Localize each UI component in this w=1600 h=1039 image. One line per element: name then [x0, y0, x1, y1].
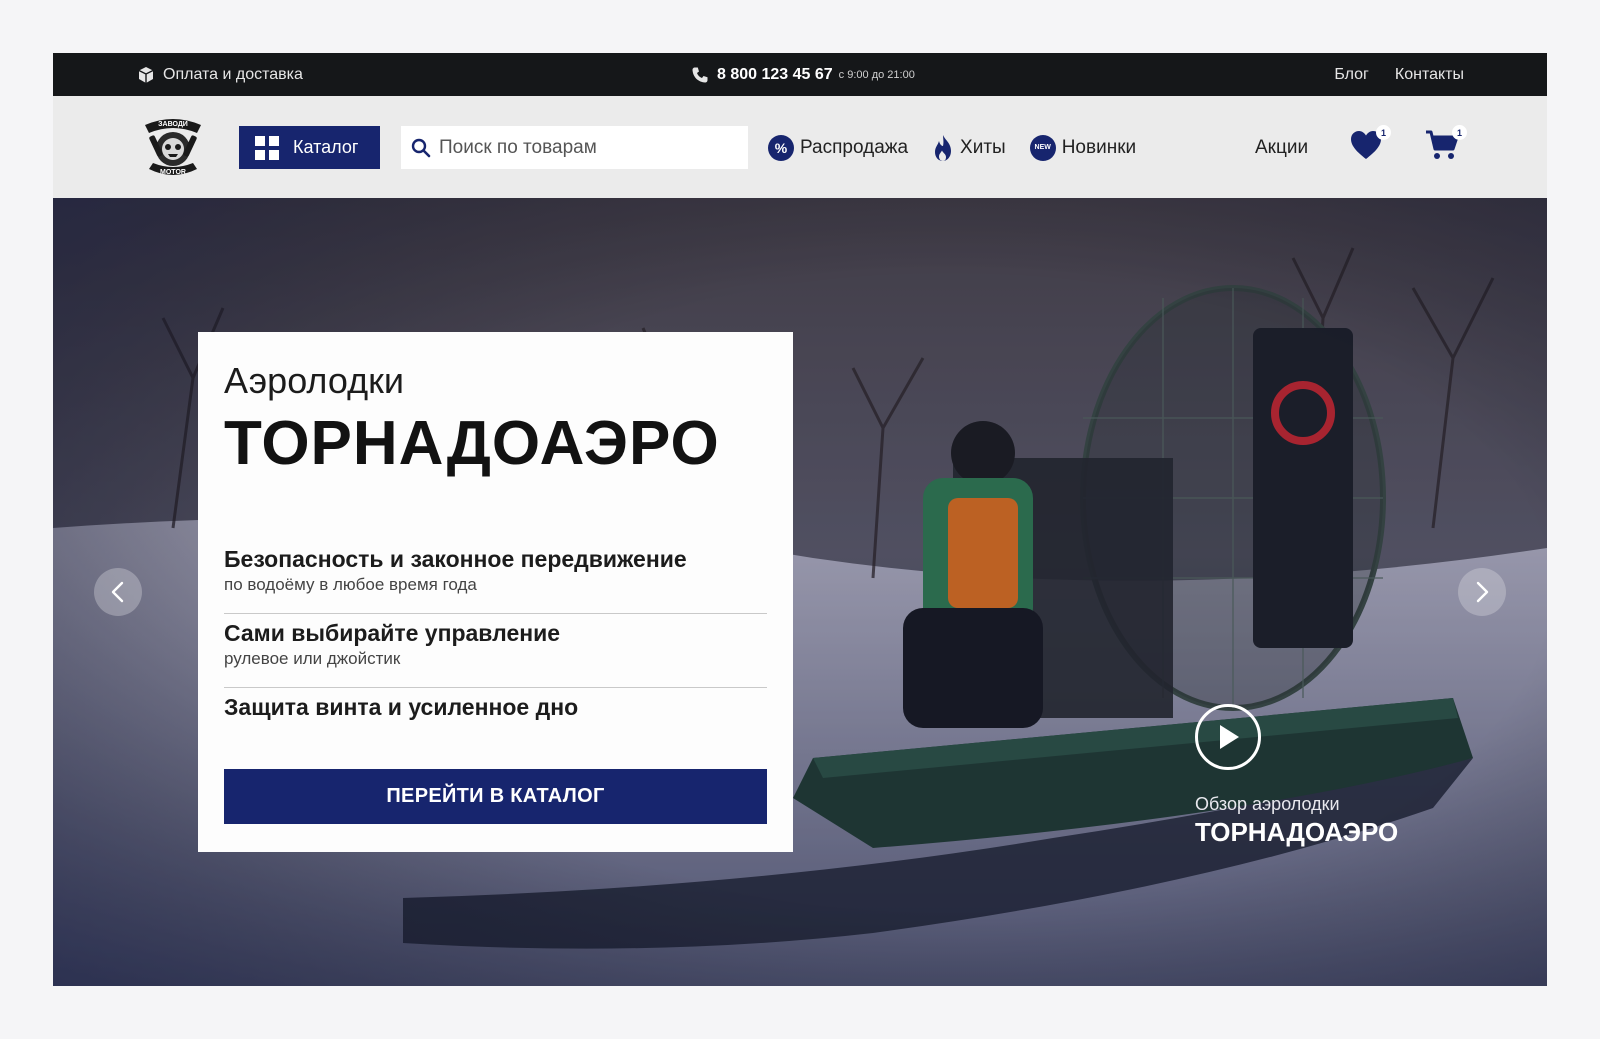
feature-text: рулевое или джойстик: [224, 649, 401, 668]
box-icon: [138, 66, 154, 83]
favorites-count-badge: 1: [1376, 125, 1391, 140]
video-caption-line2: ТОРНАДОАЭРО: [1195, 817, 1399, 847]
hero-title: ТОРНАДОАЭРО: [224, 409, 720, 478]
nav-label-hits: Хиты: [960, 136, 1006, 158]
go-to-catalog-button[interactable]: ПЕРЕЙТИ В КАТАЛОГ: [224, 769, 767, 824]
feature-title: Защита винта и усиленное дно: [224, 694, 579, 720]
cart-button[interactable]: 1: [1425, 125, 1467, 165]
catalog-label: Каталог: [293, 137, 359, 157]
cart-count-badge: 1: [1452, 125, 1467, 140]
chevron-left-icon: [111, 581, 124, 603]
favorites-button[interactable]: 1: [1349, 125, 1391, 165]
play-icon: [1220, 725, 1239, 749]
divider: [224, 687, 767, 688]
nav-item-hits[interactable]: Хиты: [932, 134, 1006, 162]
feature-item: Защита винта и усиленное дно: [224, 694, 767, 721]
blog-link[interactable]: Блог: [1334, 66, 1369, 84]
delivery-link[interactable]: Оплата и доставка: [137, 53, 303, 96]
feature-text: по водоёму в любое время года: [224, 575, 477, 594]
main-header: ЗАВОДИ MOTOR Каталог % Распрод: [53, 96, 1547, 198]
fire-icon: [935, 134, 952, 161]
video-play-button[interactable]: [1195, 704, 1261, 770]
main-nav: % Распродажа Хиты NEW Новинки: [768, 126, 1160, 169]
nav-label-new: Новинки: [1061, 136, 1137, 158]
working-hours: с 9:00 до 21:00: [838, 68, 915, 81]
phone-number[interactable]: 8 800 123 45 67: [717, 66, 833, 84]
promo-card: Аэролодки ТОРНАДОАЭРО Безопасность и зак…: [198, 332, 793, 852]
chevron-right-icon: [1476, 581, 1489, 603]
phone-icon: [692, 67, 708, 82]
contacts-link[interactable]: Контакты: [1395, 66, 1464, 84]
slider-prev-button[interactable]: [94, 568, 142, 616]
logo-top-text: ЗАВОДИ: [158, 121, 188, 128]
feature-item: Сами выбирайте управление рулевое или дж…: [224, 620, 767, 669]
grid-icon: [255, 135, 279, 160]
nav-item-new[interactable]: NEW Новинки: [1029, 134, 1137, 161]
promo-link[interactable]: Акции: [1255, 126, 1308, 169]
hero-banner: Аэролодки ТОРНАДОАЭРО Безопасность и зак…: [53, 198, 1547, 986]
nav-item-sale[interactable]: % Распродажа: [768, 134, 909, 161]
search-icon[interactable]: [411, 138, 431, 158]
page-frame: Оплата и доставка 8 800 123 45 67 с 9:00…: [53, 53, 1547, 986]
logo-bottom-text: MOTOR: [160, 169, 186, 176]
percent-icon: %: [768, 134, 794, 161]
search-input[interactable]: [439, 136, 729, 159]
logo[interactable]: ЗАВОДИ MOTOR: [137, 111, 209, 183]
slider-next-button[interactable]: [1458, 568, 1506, 616]
divider: [224, 613, 767, 614]
search-box: [401, 126, 748, 169]
top-links: Блог Контакты: [1334, 53, 1464, 96]
top-bar: Оплата и доставка 8 800 123 45 67 с 9:00…: [53, 53, 1547, 96]
video-caption[interactable]: Обзор аэролодки ТОРНАДОАЭРО: [1195, 794, 1398, 848]
phone-block[interactable]: 8 800 123 45 67 с 9:00 до 21:00: [691, 53, 915, 96]
feature-title: Безопасность и законное передвижение: [224, 546, 687, 572]
feature-item: Безопасность и законное передвижение по …: [224, 546, 767, 595]
delivery-label: Оплата и доставка: [163, 65, 303, 83]
video-caption-line1: Обзор аэролодки: [1195, 794, 1340, 814]
hero-subtitle: Аэролодки: [224, 360, 404, 401]
nav-label-sale: Распродажа: [800, 136, 909, 158]
catalog-button[interactable]: Каталог: [239, 126, 380, 169]
feature-title: Сами выбирайте управление: [224, 620, 561, 646]
new-icon: NEW: [1029, 134, 1056, 161]
